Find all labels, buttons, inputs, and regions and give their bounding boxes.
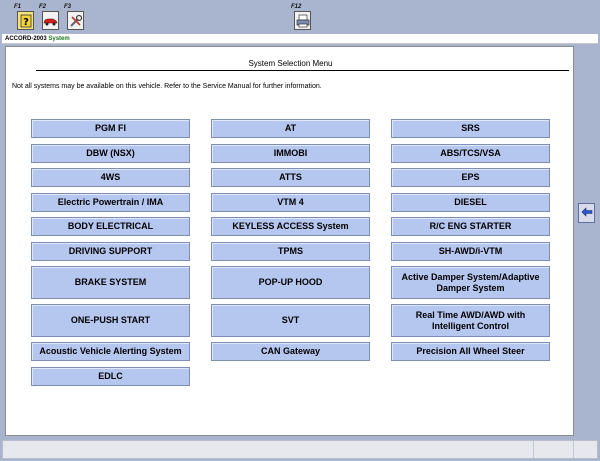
status-bar xyxy=(2,440,598,459)
system-button-one-push-start[interactable]: ONE-PUSH START xyxy=(31,304,190,337)
system-button-keyless-access[interactable]: KEYLESS ACCESS System xyxy=(211,217,370,236)
page-title: System Selection Menu xyxy=(248,59,333,68)
system-button-rc-eng-starter[interactable]: R/C ENG STARTER xyxy=(391,217,550,236)
system-button-atts[interactable]: ATTS xyxy=(211,168,370,187)
tools-icon xyxy=(67,11,84,30)
arrow-left-icon xyxy=(581,207,593,219)
f12-key-label: F12 xyxy=(291,4,302,10)
system-button-eps[interactable]: EPS xyxy=(391,168,550,187)
system-button-edlc[interactable]: EDLC xyxy=(31,367,190,386)
f12-print-button[interactable]: F12 xyxy=(291,4,313,32)
system-button-acoustic-vehicle-alerting[interactable]: Acoustic Vehicle Alerting System xyxy=(31,342,190,361)
breadcrumb: ACCORD-2003 System xyxy=(2,34,598,44)
breadcrumb-model[interactable]: ACCORD-2003 xyxy=(5,36,47,42)
system-button-precision-all-wheel-steer[interactable]: Precision All Wheel Steer xyxy=(391,342,550,361)
toolbar: F1 ? F2 F3 F12 xyxy=(0,0,600,34)
system-button-pgm-fi[interactable]: PGM FI xyxy=(31,119,190,138)
back-button[interactable] xyxy=(578,203,595,223)
f2-vehicle-button[interactable]: F2 xyxy=(39,4,61,32)
f3-key-label: F3 xyxy=(64,4,72,10)
system-button-dbw-nsx[interactable]: DBW (NSX) xyxy=(31,144,190,163)
system-button-immobi[interactable]: IMMOBI xyxy=(211,144,370,163)
system-button-abs-tcs-vsa[interactable]: ABS/TCS/VSA xyxy=(391,144,550,163)
system-button-diesel[interactable]: DIESEL xyxy=(391,193,550,212)
system-button-real-time-awd[interactable]: Real Time AWD/AWD with Intelligent Contr… xyxy=(391,304,550,337)
system-button-srs[interactable]: SRS xyxy=(391,119,550,138)
system-button-active-damper[interactable]: Active Damper System/Adaptive Damper Sys… xyxy=(391,266,550,299)
system-button-electric-powertrain-ima[interactable]: Electric Powertrain / IMA xyxy=(31,193,190,212)
availability-notice: Not all systems may be available on this… xyxy=(12,83,322,90)
car-icon xyxy=(42,11,59,30)
f3-tools-button[interactable]: F3 xyxy=(64,4,86,32)
print-icon xyxy=(294,11,311,30)
system-button-vtm-4[interactable]: VTM 4 xyxy=(211,193,370,212)
svg-text:?: ? xyxy=(23,17,29,28)
system-button-body-electrical[interactable]: BODY ELECTRICAL xyxy=(31,217,190,236)
status-cell xyxy=(573,441,597,458)
system-button-can-gateway[interactable]: CAN Gateway xyxy=(211,342,370,361)
system-button-driving-support[interactable]: DRIVING SUPPORT xyxy=(31,242,190,261)
system-button-svt[interactable]: SVT xyxy=(211,304,370,337)
system-selection-panel: System Selection Menu Not all systems ma… xyxy=(5,46,574,436)
system-button-at[interactable]: AT xyxy=(211,119,370,138)
system-button-sh-awd-i-vtm[interactable]: SH-AWD/i-VTM xyxy=(391,242,550,261)
system-button-pop-up-hood[interactable]: POP-UP HOOD xyxy=(211,266,370,299)
help-question-icon: ? xyxy=(17,11,34,30)
system-button-tpms[interactable]: TPMS xyxy=(211,242,370,261)
breadcrumb-current: System xyxy=(48,36,70,42)
status-cell xyxy=(533,441,573,458)
f2-key-label: F2 xyxy=(39,4,47,10)
system-button-brake-system[interactable]: BRAKE SYSTEM xyxy=(31,266,190,299)
f1-help-button[interactable]: F1 ? xyxy=(14,4,36,32)
f1-key-label: F1 xyxy=(14,4,22,10)
system-button-4ws[interactable]: 4WS xyxy=(31,168,190,187)
title-divider xyxy=(36,70,569,71)
